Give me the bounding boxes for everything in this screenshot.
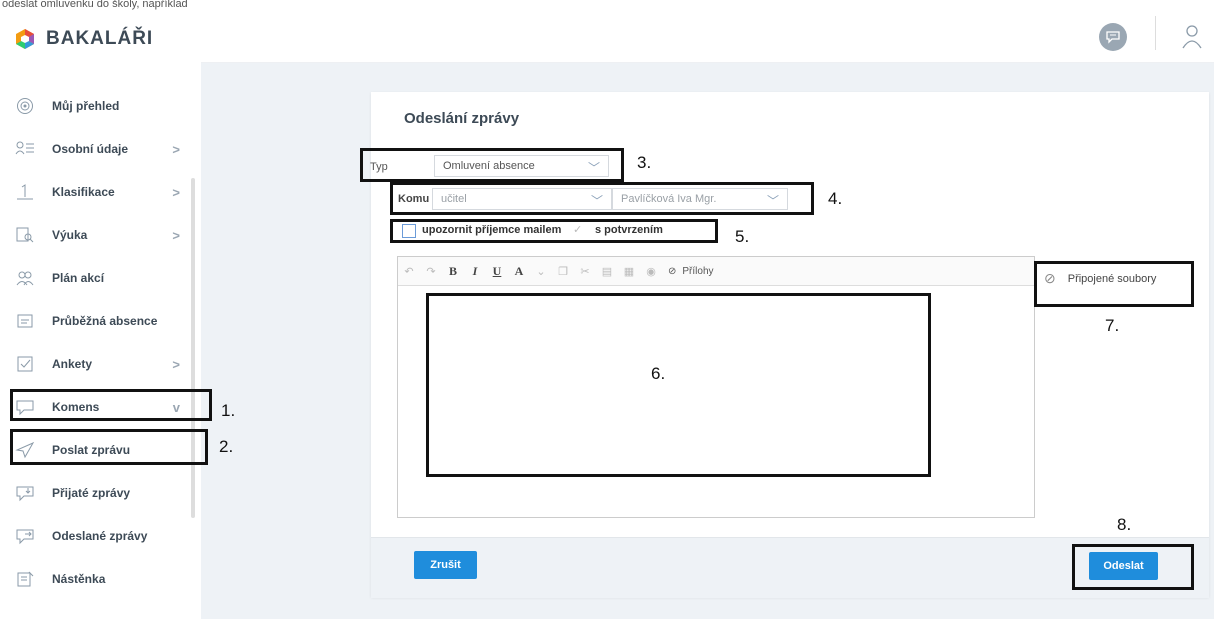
sidebar-item-label: Plán akcí <box>52 271 105 285</box>
annotation-box-3 <box>360 148 624 182</box>
board-icon <box>12 569 38 589</box>
annotation-label-5: 5. <box>735 227 750 246</box>
sidebar-item-nastenka[interactable]: Nástěnka <box>12 562 188 596</box>
sidebar-item-vyuka[interactable]: Výuka > <box>12 218 188 252</box>
topbar-divider <box>1155 16 1156 50</box>
app-logo[interactable]: BAKALÁŘI <box>14 24 153 54</box>
sidebar-item-label: Přijaté zprávy <box>52 486 131 500</box>
user-profile-icon[interactable] <box>1180 22 1204 50</box>
grade-one-icon <box>12 182 38 202</box>
cut-icon[interactable]: ✂ <box>574 265 596 278</box>
paste-word-icon[interactable]: ▦ <box>618 265 640 278</box>
sidebar-item-label: Osobní údaje <box>52 142 129 156</box>
person-list-icon <box>12 139 38 159</box>
underline-button[interactable]: U <box>486 264 508 279</box>
italic-button[interactable]: I <box>464 264 486 279</box>
sidebar-item-label: Ankety <box>52 357 93 371</box>
paste-icon[interactable]: ▤ <box>596 265 618 278</box>
sidebar-item-muj-prehled[interactable]: Můj přehled <box>12 89 188 123</box>
copy-icon[interactable]: ❐ <box>552 265 574 278</box>
checkbox-icon <box>12 354 38 374</box>
sidebar-item-prijate-zpravy[interactable]: Přijaté zprávy <box>12 476 188 510</box>
font-color-button[interactable]: A <box>508 264 530 279</box>
sidebar-item-klasifikace[interactable]: Klasifikace > <box>12 175 188 209</box>
sidebar-item-label: Odeslané zprávy <box>52 529 148 543</box>
app-name: BAKALÁŘI <box>46 28 154 49</box>
chevron-right-icon: > <box>172 141 180 157</box>
sidebar: BAKALÁŘI Můj přehled Osobní údaje > Klas… <box>0 10 202 619</box>
cancel-button[interactable]: Zrušit <box>414 551 477 579</box>
sidebar-item-plan-akci[interactable]: Plán akcí <box>12 261 188 295</box>
sidebar-item-label: Výuka <box>52 228 88 242</box>
annotation-box-2 <box>10 429 208 465</box>
annotation-label-8: 8. <box>1117 515 1132 534</box>
spellcheck-icon[interactable]: ◉ <box>640 265 662 278</box>
annotation-box-4 <box>390 182 814 215</box>
annotation-label-6: 6. <box>651 364 666 383</box>
sidebar-item-label: Můj přehled <box>52 99 120 113</box>
inbox-icon <box>12 483 38 503</box>
sidebar-item-label: Nástěnka <box>52 572 106 586</box>
annotation-label-4: 4. <box>828 189 843 208</box>
sidebar-item-osobni-udaje[interactable]: Osobní údaje > <box>12 132 188 166</box>
sidebar-item-ankety[interactable]: Ankety > <box>12 347 188 381</box>
annotation-box-6 <box>426 293 931 477</box>
book-search-icon <box>12 225 38 245</box>
bold-button[interactable]: B <box>442 264 464 279</box>
absence-icon <box>12 311 38 331</box>
chevron-down-icon[interactable]: ⌄ <box>530 265 552 278</box>
message-icon <box>1106 31 1120 44</box>
bakalari-logo-icon <box>16 29 34 49</box>
page-title: Odeslání zprávy <box>404 110 520 127</box>
annotation-label-1: 1. <box>221 401 236 420</box>
annotation-label-7: 7. <box>1105 316 1120 335</box>
annotation-box-5 <box>390 219 718 243</box>
sidebar-item-prubezna-absence[interactable]: Průběžná absence <box>12 304 188 338</box>
paperclip-icon[interactable]: ⊘ <box>668 266 676 277</box>
sidebar-scrollbar[interactable] <box>191 178 195 518</box>
annotation-label-3: 3. <box>637 153 652 172</box>
people-icon <box>12 268 38 288</box>
sidebar-item-odeslane-zpravy[interactable]: Odeslané zprávy <box>12 519 188 553</box>
chevron-right-icon: > <box>172 227 180 243</box>
annotation-box-8 <box>1072 544 1194 590</box>
target-icon <box>12 96 38 116</box>
redo-icon[interactable]: ↷ <box>420 265 442 278</box>
chevron-right-icon: > <box>172 356 180 372</box>
attachments-button[interactable]: Přílohy <box>682 266 713 277</box>
sidebar-item-label: Průběžná absence <box>52 314 158 328</box>
sidebar-item-label: Klasifikace <box>52 185 115 199</box>
outbox-icon <box>12 526 38 546</box>
top-bar <box>201 10 1214 63</box>
instruction-text: odeslat omluvenku do školy, například <box>2 0 188 10</box>
editor-toolbar: ↶ ↷ B I U A ⌄ ❐ ✂ ▤ ▦ ◉ ⊘ Přílohy <box>398 257 1034 286</box>
annotation-box-7 <box>1034 261 1194 307</box>
chevron-right-icon: > <box>172 184 180 200</box>
undo-icon[interactable]: ↶ <box>398 265 420 278</box>
annotation-box-1 <box>10 389 212 421</box>
annotation-label-2: 2. <box>219 437 234 456</box>
messages-button[interactable] <box>1099 23 1127 51</box>
